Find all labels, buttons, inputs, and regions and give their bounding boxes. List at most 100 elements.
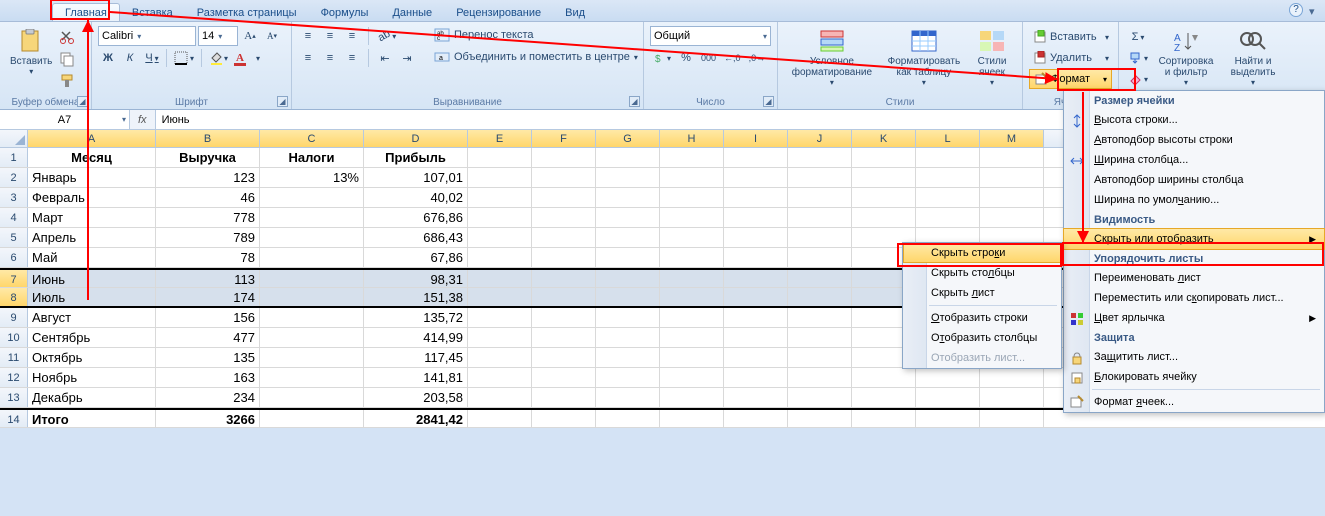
menu-move-sheet[interactable]: Переместить или скопировать лист... [1064, 288, 1324, 308]
cell[interactable] [980, 368, 1044, 387]
conditional-formatting-button[interactable]: Условное форматирование▾ [784, 25, 880, 93]
row-header[interactable]: 1 [0, 148, 28, 167]
cell[interactable]: 117,45 [364, 348, 468, 367]
menu-autofit-col[interactable]: Автоподбор ширины столбца [1064, 170, 1324, 190]
cell[interactable]: 13% [260, 168, 364, 187]
row-header[interactable]: 7 [0, 270, 28, 287]
row-header[interactable]: 4 [0, 208, 28, 227]
cell[interactable] [468, 388, 532, 407]
format-painter-button[interactable] [56, 71, 78, 91]
cell[interactable] [532, 208, 596, 227]
cell[interactable] [724, 208, 788, 227]
cell[interactable] [468, 288, 532, 306]
find-select-button[interactable]: Найти и выделить▾ [1221, 25, 1285, 93]
submenu-hide-rows[interactable]: Скрыть строки [903, 243, 1061, 263]
cell[interactable] [660, 348, 724, 367]
cell[interactable] [724, 308, 788, 327]
col-header-D[interactable]: D [364, 130, 468, 147]
cell[interactable] [468, 270, 532, 287]
align-left-button[interactable]: ≡ [298, 48, 318, 68]
cell[interactable] [260, 308, 364, 327]
delete-cells-button[interactable]: Удалить▾ [1029, 48, 1113, 68]
cell[interactable] [724, 410, 788, 427]
cell[interactable] [596, 308, 660, 327]
cell[interactable] [260, 328, 364, 347]
row-header[interactable]: 11 [0, 348, 28, 367]
cell[interactable] [596, 368, 660, 387]
tab-home[interactable]: Главная [52, 3, 120, 21]
cell[interactable] [660, 410, 724, 427]
cell[interactable]: 40,02 [364, 188, 468, 207]
cell[interactable] [260, 368, 364, 387]
row-header[interactable]: 2 [0, 168, 28, 187]
fill-button[interactable]: ▾ [1125, 48, 1151, 68]
fill-color-button[interactable]: ▾ [206, 48, 231, 68]
menu-autofit-row[interactable]: Автоподбор высоты строки [1064, 130, 1324, 150]
cell[interactable] [596, 348, 660, 367]
cell[interactable] [260, 288, 364, 306]
cell[interactable] [660, 328, 724, 347]
cell[interactable]: Октябрь [28, 348, 156, 367]
cell[interactable] [980, 188, 1044, 207]
cell[interactable] [596, 148, 660, 167]
cell[interactable] [596, 270, 660, 287]
cell[interactable] [596, 228, 660, 247]
cell[interactable] [724, 168, 788, 187]
minimize-ribbon-icon[interactable]: ▾ [1309, 5, 1321, 17]
cell[interactable] [532, 270, 596, 287]
cell[interactable]: 135,72 [364, 308, 468, 327]
menu-rename-sheet[interactable]: Переименовать лист [1064, 268, 1324, 288]
cell[interactable]: Ноябрь [28, 368, 156, 387]
cell[interactable] [468, 410, 532, 427]
cell[interactable]: Сентябрь [28, 328, 156, 347]
cell[interactable]: Май [28, 248, 156, 267]
cell[interactable] [260, 228, 364, 247]
menu-lock-cell[interactable]: Блокировать ячейку [1064, 367, 1324, 387]
menu-tab-color[interactable]: Цвет ярлычка▶ [1064, 308, 1324, 328]
cell[interactable]: 2841,42 [364, 410, 468, 427]
increase-indent-button[interactable]: ⇥ [397, 48, 417, 68]
cell[interactable]: 789 [156, 228, 260, 247]
cell[interactable]: Март [28, 208, 156, 227]
cell[interactable]: 174 [156, 288, 260, 306]
col-header-G[interactable]: G [596, 130, 660, 147]
cell[interactable]: Месяц [28, 148, 156, 167]
cell[interactable]: 123 [156, 168, 260, 187]
col-header-A[interactable]: A [28, 130, 156, 147]
row-header[interactable]: 12 [0, 368, 28, 387]
tab-insert[interactable]: Вставка [120, 4, 185, 21]
format-as-table-button[interactable]: Форматировать как таблицу▾ [880, 25, 968, 93]
submenu-hide-cols[interactable]: Скрыть столбцы [903, 263, 1061, 283]
cell[interactable] [980, 208, 1044, 227]
cell[interactable] [980, 148, 1044, 167]
decrease-decimal-button[interactable]: ,0→ [746, 48, 769, 68]
select-all-button[interactable] [0, 130, 28, 147]
tab-view[interactable]: Вид [553, 4, 597, 21]
format-cells-button[interactable]: Формат▾ [1029, 69, 1112, 89]
font-color-button[interactable]: A▾ [233, 48, 263, 68]
italic-button[interactable]: К [120, 48, 140, 68]
cell[interactable] [532, 168, 596, 187]
cell[interactable] [916, 410, 980, 427]
cell[interactable]: 414,99 [364, 328, 468, 347]
cell[interactable] [788, 328, 852, 347]
cell[interactable] [468, 348, 532, 367]
paste-button[interactable]: Вставить ▾ [6, 25, 56, 93]
cell[interactable] [660, 388, 724, 407]
comma-button[interactable]: 000 [698, 48, 719, 68]
sort-filter-button[interactable]: AZ Сортировка и фильтр▾ [1151, 25, 1221, 93]
menu-default-width[interactable]: Ширина по умолчанию... [1064, 190, 1324, 210]
cell[interactable] [532, 308, 596, 327]
clipboard-dialog-launcher[interactable]: ◢ [77, 96, 88, 107]
cell[interactable] [724, 368, 788, 387]
cell[interactable] [468, 228, 532, 247]
cell[interactable]: Декабрь [28, 388, 156, 407]
cell[interactable] [788, 208, 852, 227]
cell[interactable]: Февраль [28, 188, 156, 207]
percent-button[interactable]: % [676, 48, 696, 68]
cell[interactable] [532, 348, 596, 367]
align-top-button[interactable]: ≡ [298, 26, 318, 46]
cell[interactable] [788, 288, 852, 306]
row-header[interactable]: 3 [0, 188, 28, 207]
col-header-J[interactable]: J [788, 130, 852, 147]
